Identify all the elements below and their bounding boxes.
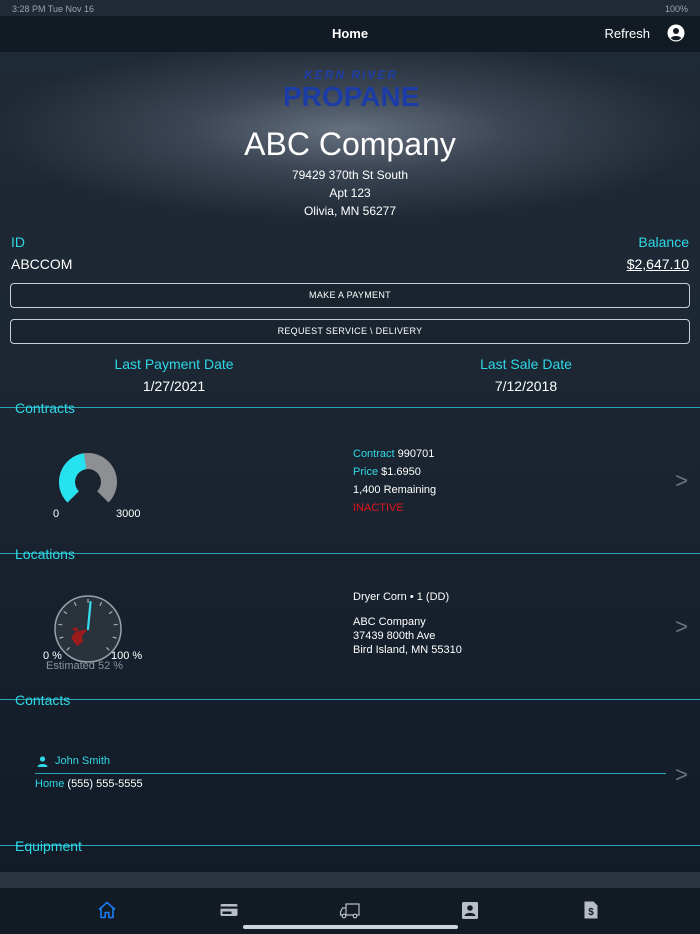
contracts-divider (0, 407, 700, 408)
status-battery: 100% (664, 4, 688, 14)
price-value: $1.6950 (381, 466, 421, 478)
address-line-1: 79429 370th St South (291, 168, 409, 182)
locations-divider (0, 553, 700, 554)
tank-gauge-tick (113, 623, 118, 626)
location-city: Bird Island, MN 55310 (353, 644, 462, 656)
contract-status: INACTIVE (353, 502, 404, 514)
contracts-title: Contracts (15, 400, 75, 416)
person-icon (37, 756, 48, 767)
page-title: Home (331, 26, 369, 41)
contacts-icon[interactable] (460, 900, 480, 920)
contact-divider (35, 773, 666, 774)
contact-row[interactable]: John Smith Home (555) 555-5555 > (0, 740, 700, 810)
address-line-3: Olivia, MN 56277 (303, 204, 397, 218)
nav-bar: Home Refresh (0, 16, 700, 52)
contact-name: John Smith (55, 755, 111, 767)
request-service-button[interactable]: REQUEST SERVICE \ DELIVERY (10, 319, 690, 344)
contracts-row[interactable]: 0 3000 Contract 990701 Price $1.6950 1,4… (0, 420, 700, 540)
equipment-peek (0, 872, 700, 888)
location-name: ABC Company (353, 616, 426, 628)
home-indicator (243, 925, 458, 929)
contacts-chevron-icon: > (675, 762, 688, 787)
locations-row[interactable]: 0 % 100 % Estimated 52 % Dryer Corn • 1 … (0, 566, 700, 686)
contract-gauge-max: 3000 (116, 508, 141, 520)
invoice-icon[interactable]: $ (581, 900, 601, 920)
contacts-title: Contacts (15, 692, 71, 708)
tank-name: Dryer Corn • 1 (DD) (353, 591, 450, 603)
estimated-text: Estimated 52 % (46, 660, 124, 672)
logo-top-text: KERN RIVER (303, 68, 398, 82)
refresh-button[interactable]: Refresh (604, 26, 650, 41)
card-icon[interactable] (219, 900, 239, 920)
locations-title: Locations (15, 546, 75, 562)
last-payment-value: 1/27/2021 (142, 378, 206, 394)
locations-chevron-icon: > (675, 614, 688, 639)
contract-value: 990701 (397, 448, 435, 460)
equipment-divider (0, 845, 700, 846)
address-line-2: Apt 123 (329, 186, 371, 200)
make-payment-button[interactable]: MAKE A PAYMENT (10, 283, 690, 308)
price-label: Price (353, 466, 379, 478)
equipment-title: Equipment (15, 838, 82, 854)
tank-gauge-tick (58, 623, 63, 626)
last-sale-value: 7/12/2018 (494, 378, 558, 394)
status-time: 3:28 PM Tue Nov 16 (12, 4, 95, 14)
contract-gauge (58, 453, 117, 503)
phone-value[interactable]: (555) 555-5555 (67, 778, 142, 790)
remaining-text: 1,400 Remaining (353, 484, 437, 496)
svg-text:$: $ (588, 907, 594, 918)
id-label: ID (11, 234, 25, 250)
last-payment-label: Last Payment Date (114, 356, 234, 372)
contract-label: Contract (353, 448, 395, 460)
status-bar: 3:28 PM Tue Nov 16 100% (0, 0, 700, 16)
location-street: 37439 800th Ave (353, 630, 436, 642)
company-logo: KERN RIVER PROPANE (283, 68, 419, 114)
user-icon[interactable] (667, 24, 685, 42)
home-icon[interactable] (97, 900, 117, 920)
logo-main-text: PROPANE (283, 81, 420, 112)
contracts-chevron-icon: > (675, 468, 688, 493)
truck-icon[interactable] (339, 900, 361, 920)
phone-label: Home (35, 778, 65, 790)
contract-gauge-min: 0 (53, 508, 60, 520)
balance-value[interactable]: $2,647.10 (627, 256, 689, 272)
id-value: ABCCOM (11, 256, 73, 272)
last-sale-label: Last Sale Date (480, 356, 572, 372)
balance-label: Balance (638, 234, 689, 250)
company-name: ABC Company (244, 126, 456, 162)
contacts-divider (0, 699, 700, 700)
